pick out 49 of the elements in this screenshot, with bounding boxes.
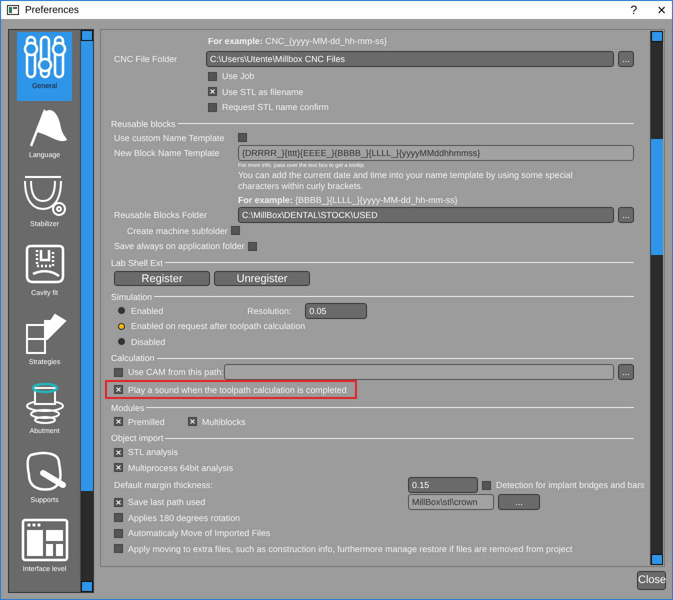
checkbox-label: Use STL as filename bbox=[222, 86, 304, 97]
section-title: Calculation bbox=[111, 353, 155, 363]
field-label: Reusable Blocks Folder bbox=[114, 210, 208, 220]
text-field[interactable]: C:\Users\Utente\Millbox CNC Files bbox=[206, 50, 614, 66]
text-field[interactable]: 0.05 bbox=[305, 302, 368, 319]
checkbox-label: Create machine subfolder bbox=[127, 226, 228, 236]
checkbox-label: Use Job bbox=[222, 71, 254, 82]
section-title: Lab Shell Ext bbox=[111, 258, 163, 268]
checkbox-label: Apply moving to extra files, such as construction info, furthermore manage restore if files are removed from project bbox=[128, 544, 572, 554]
checkbox-label: Use custom Name Template bbox=[114, 132, 226, 143]
section-title: Reusable blocks bbox=[111, 118, 176, 128]
field-label: Default margin thickness: bbox=[114, 480, 214, 490]
checkbox-label: Multiprocess 64bit analysis bbox=[128, 462, 234, 473]
help-button[interactable]: ? bbox=[630, 3, 638, 17]
checkbox-label: Request STL name confirm bbox=[222, 102, 329, 112]
action-button[interactable]: Unregister bbox=[214, 271, 310, 286]
checkbox-label: Use CAM from this path: bbox=[128, 367, 224, 378]
section-title: Simulation bbox=[111, 292, 152, 302]
browse-button[interactable]: ... bbox=[498, 494, 540, 510]
text-field[interactable]: C:\MillBox\DENTAL\STOCK\USED bbox=[238, 207, 614, 224]
checkbox-label: Multiblocks bbox=[202, 416, 247, 427]
browse-button[interactable]: ... bbox=[618, 364, 634, 380]
example-text: For example: {BBBB_}{LLLL_}{yyyy-MM-dd_hh-mm-ss} bbox=[238, 194, 458, 205]
checkbox-label: Save last path used bbox=[128, 497, 206, 508]
field-label: CNC File Folder bbox=[114, 54, 178, 64]
section-title: Modules bbox=[111, 402, 144, 412]
window-title: Preferences bbox=[25, 4, 79, 16]
field-label: New Block Name Template bbox=[114, 148, 220, 158]
action-button[interactable]: Register bbox=[114, 271, 210, 286]
text-field[interactable]: MillBox\stl\crown bbox=[408, 494, 494, 510]
checkbox-label: Save always on application folder bbox=[114, 241, 245, 252]
text-field[interactable]: 0.15 bbox=[408, 477, 478, 493]
example-text: For example: CNC_{yyyy-MM-dd_hh-mm-ss} bbox=[208, 36, 387, 46]
field-label: Resolution: bbox=[247, 306, 292, 316]
radio-label: Enabled bbox=[131, 306, 164, 316]
checkbox-label: Premilled bbox=[128, 416, 166, 427]
radio-label: Disabled bbox=[131, 336, 166, 347]
browse-button[interactable]: ... bbox=[618, 207, 634, 224]
info-text: You can add the current date and time into your name template by using some special characters within curly brackets. bbox=[238, 170, 574, 192]
checkbox-label: Play a sound when the toolpath calculation is completed bbox=[128, 384, 347, 394]
close-button[interactable]: × bbox=[657, 2, 666, 18]
close-button[interactable]: Close bbox=[637, 570, 666, 590]
checkbox-label: Detection for implant bridges and bars bbox=[496, 480, 644, 490]
section-title: Object import bbox=[111, 433, 164, 443]
checkbox-label: Automaticaly Move of Imported Files bbox=[128, 528, 270, 538]
checkbox-label: Applies 180 degrees rotation bbox=[128, 512, 240, 523]
browse-button[interactable]: ... bbox=[618, 50, 634, 66]
radio-label: Enabled on request after toolpath calculation bbox=[131, 321, 306, 332]
checkbox-label: STL analysis bbox=[128, 447, 178, 458]
